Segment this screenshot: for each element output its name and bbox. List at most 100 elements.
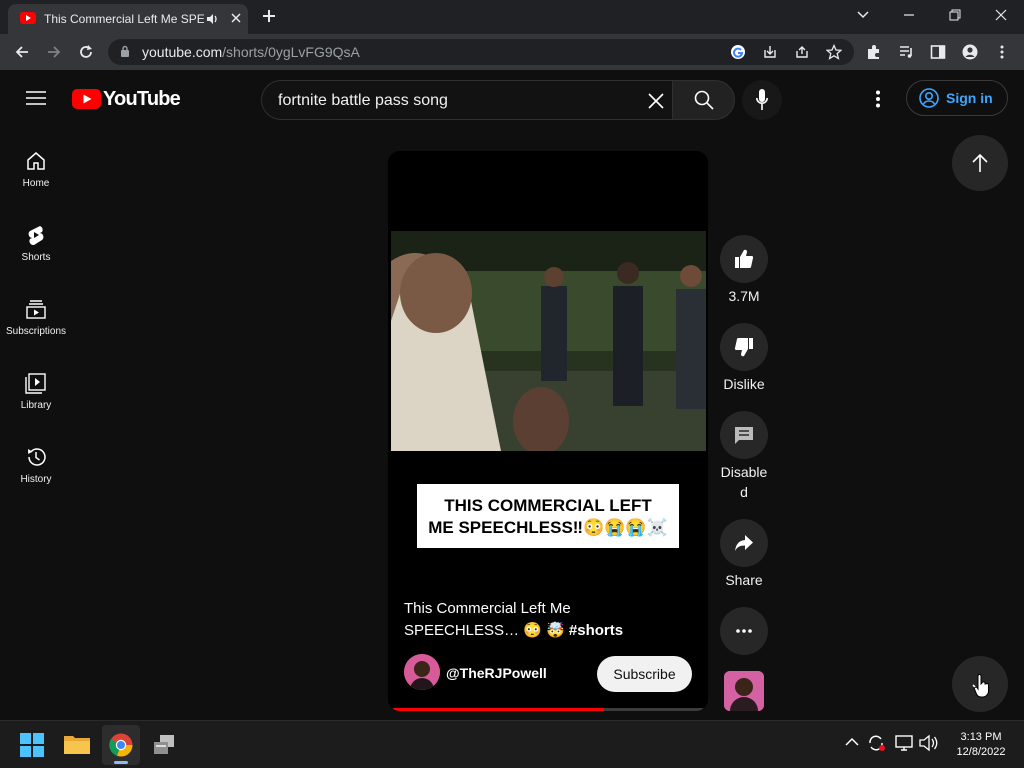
audio-playing-icon[interactable] [206, 12, 220, 26]
youtube-favicon-icon [20, 12, 36, 24]
like-button[interactable] [720, 235, 768, 283]
channel-name[interactable]: @TheRJPowell [446, 665, 547, 681]
share-label: Share [725, 572, 763, 588]
sidebar-item-home[interactable]: Home [0, 140, 72, 214]
sidebar-item-label: Home [22, 178, 50, 189]
dislike-label: Dislike [723, 376, 765, 392]
video-caption-overlay: THIS COMMERCIAL LEFT ME SPEECHLESS‼😳😭😭☠️ [417, 484, 679, 548]
subscribe-button[interactable]: Subscribe [597, 656, 692, 692]
video-frame[interactable] [391, 231, 706, 451]
reload-icon[interactable] [78, 44, 94, 60]
youtube-logo-icon[interactable] [72, 89, 101, 109]
url-text[interactable]: youtube.com/shorts/0ygLvFG9QsA [142, 44, 360, 60]
more-actions-button[interactable] [720, 607, 768, 655]
video-progress-fill [393, 708, 604, 711]
lock-icon[interactable] [120, 45, 130, 58]
short-video-player[interactable]: THIS COMMERCIAL LEFT ME SPEECHLESS‼😳😭😭☠️… [388, 151, 708, 711]
search-box[interactable] [261, 80, 673, 120]
browser-tab[interactable]: This Commercial Left Me SPEECHLESS [8, 4, 248, 34]
subscribe-label: Subscribe [613, 666, 676, 682]
side-panel-icon[interactable] [930, 44, 946, 60]
account-circle-icon [919, 88, 939, 108]
volume-icon[interactable] [919, 734, 939, 752]
short-title-line-2: SPEECHLESS… 😳 🤯 [404, 622, 565, 639]
video-scene-image [391, 231, 706, 451]
chrome-taskbar-button[interactable] [102, 725, 140, 765]
clear-search-icon[interactable] [648, 93, 664, 109]
hashtag-link[interactable]: #shorts [569, 622, 623, 639]
windows-taskbar: 3:13 PM 12/8/2022 [0, 720, 1024, 768]
subscriptions-icon [25, 298, 47, 320]
video-progress-bar[interactable] [393, 708, 703, 711]
sidebar-item-label: Subscriptions [5, 326, 67, 337]
media-queue-icon[interactable] [898, 44, 914, 60]
channel-avatar[interactable] [404, 654, 440, 690]
sidebar-item-shorts[interactable]: Shorts [0, 214, 72, 288]
profile-icon[interactable] [962, 44, 978, 60]
search-icon [694, 90, 714, 110]
network-display-icon[interactable] [895, 734, 913, 752]
settings-more-icon[interactable] [874, 90, 882, 108]
thumbs-up-icon [734, 249, 754, 269]
comments-label-line-1: Disable [720, 464, 768, 480]
sign-in-button[interactable]: Sign in [906, 80, 1008, 116]
search-input[interactable] [278, 90, 628, 112]
clock-time: 3:13 PM [960, 731, 1002, 743]
restore-icon[interactable] [948, 8, 962, 22]
sync-status-icon[interactable] [867, 734, 887, 752]
caption-line-2: ME SPEECHLESS‼😳😭😭☠️ [428, 518, 668, 537]
show-hidden-icons-chevron-icon[interactable] [845, 737, 859, 747]
google-lens-icon[interactable] [730, 44, 746, 60]
next-short-button[interactable] [952, 656, 1008, 712]
tab-search-chevron-icon[interactable] [856, 8, 870, 22]
comment-icon [734, 425, 754, 445]
sidebar-item-subscriptions[interactable]: Subscriptions [0, 288, 72, 362]
tab-close-icon[interactable] [230, 12, 242, 24]
sound-thumbnail[interactable] [724, 671, 764, 711]
hamburger-menu-icon[interactable] [26, 90, 46, 106]
windows-start-icon[interactable] [20, 733, 44, 757]
voice-search-button[interactable] [742, 80, 782, 120]
sidebar-item-library[interactable]: Library [0, 362, 72, 436]
search-button[interactable] [672, 80, 735, 120]
forward-arrow-icon[interactable] [46, 44, 62, 60]
arrow-up-icon [971, 153, 989, 173]
youtube-logo-text[interactable]: YouTube [103, 88, 181, 110]
comments-label-line-2: d [740, 484, 748, 500]
sidebar-item-label: History [20, 474, 52, 485]
network-drive-app-icon[interactable] [152, 733, 176, 757]
sign-in-label: Sign in [946, 90, 993, 106]
extensions-puzzle-icon[interactable] [866, 44, 882, 60]
address-bar[interactable]: youtube.com/shorts/0ygLvFG9QsA [108, 39, 854, 65]
bookmark-star-icon[interactable] [826, 44, 842, 60]
short-title[interactable]: This Commercial Left Me SPEECHLESS… 😳 🤯 … [404, 598, 694, 642]
like-count: 3.7M [728, 288, 760, 304]
comments-button[interactable] [720, 411, 768, 459]
browser-toolbar: youtube.com/shorts/0ygLvFG9QsA [0, 34, 1024, 70]
more-horizontal-icon [734, 621, 754, 641]
previous-short-button[interactable] [952, 135, 1008, 191]
active-app-indicator [114, 761, 128, 764]
minimize-icon[interactable] [902, 8, 916, 22]
chrome-icon [109, 733, 133, 757]
share-button[interactable] [720, 519, 768, 567]
browser-menu-icon[interactable] [994, 44, 1010, 60]
dislike-button[interactable] [720, 323, 768, 371]
file-explorer-icon[interactable] [64, 733, 90, 755]
short-title-line-1: This Commercial Left Me [404, 600, 571, 617]
window-close-icon[interactable] [994, 8, 1008, 22]
shorts-icon [25, 224, 47, 246]
youtube-header: YouTube Sign in [0, 70, 1024, 126]
back-arrow-icon[interactable] [14, 44, 30, 60]
sidebar-item-history[interactable]: History [0, 436, 72, 510]
new-tab-icon[interactable] [261, 8, 277, 24]
system-clock[interactable]: 3:13 PM 12/8/2022 [946, 730, 1016, 760]
library-icon [25, 372, 47, 394]
install-app-icon[interactable] [762, 44, 778, 60]
home-icon [25, 150, 47, 172]
share-page-icon[interactable] [794, 44, 810, 60]
microphone-icon [756, 89, 768, 111]
sidebar-item-label: Library [20, 400, 52, 411]
tab-title: This Commercial Left Me SPEECHLESS [44, 12, 204, 26]
hand-cursor-icon [974, 674, 990, 698]
